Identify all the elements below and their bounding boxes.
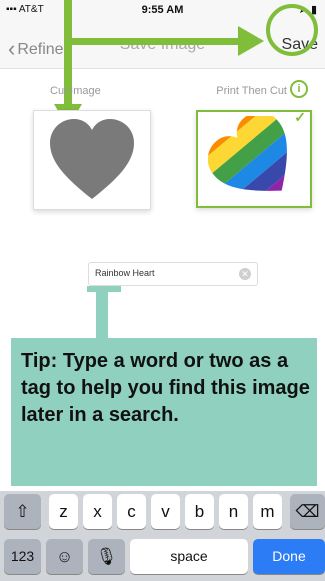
key-c[interactable]: c: [117, 494, 146, 529]
print-then-cut-option[interactable]: ✓: [196, 109, 312, 208]
emoji-icon: ☺: [55, 547, 74, 566]
checkmark-icon: ✓: [294, 109, 306, 125]
dictation-key[interactable]: 🎙: [88, 539, 125, 574]
microphone-icon: 🎙: [95, 547, 118, 566]
callout-stem: [96, 286, 108, 338]
delete-key[interactable]: ⌫: [290, 494, 325, 529]
tip-text: Tip: Type a word or two as a tag to help…: [21, 350, 310, 426]
backspace-icon: ⌫: [295, 502, 320, 521]
annotation-arrow-horizontal: [64, 38, 246, 45]
print-then-cut-label: Print Then Cut: [216, 85, 287, 97]
space-key[interactable]: space: [130, 539, 248, 574]
clear-text-icon[interactable]: ✕: [239, 268, 251, 280]
cut-image-option[interactable]: [33, 110, 151, 210]
done-key[interactable]: Done: [253, 539, 325, 574]
key-b[interactable]: b: [185, 494, 214, 529]
rainbow-heart-icon: [208, 116, 304, 206]
cut-image-label: Cut Image: [50, 85, 101, 97]
key-n[interactable]: n: [219, 494, 248, 529]
shift-key[interactable]: ⇧: [4, 494, 41, 529]
save-highlight-circle: [266, 4, 318, 56]
numbers-key[interactable]: 123: [4, 539, 41, 574]
key-v[interactable]: v: [151, 494, 180, 529]
key-m[interactable]: m: [253, 494, 282, 529]
image-name-input[interactable]: Rainbow Heart ✕: [88, 262, 258, 286]
gray-heart-icon: [50, 119, 134, 199]
shift-icon: ⇧: [15, 502, 30, 521]
keyboard: ⇧ z x c v b n m ⌫ 123 ☺ 🎙 space Done: [0, 491, 325, 581]
key-z[interactable]: z: [49, 494, 78, 529]
arrow-right-icon: [238, 26, 264, 56]
emoji-key[interactable]: ☺: [46, 539, 83, 574]
tip-callout: Tip: Type a word or two as a tag to help…: [11, 338, 317, 486]
key-x[interactable]: x: [83, 494, 112, 529]
image-name-value: Rainbow Heart: [95, 268, 155, 278]
info-icon[interactable]: i: [290, 80, 308, 98]
